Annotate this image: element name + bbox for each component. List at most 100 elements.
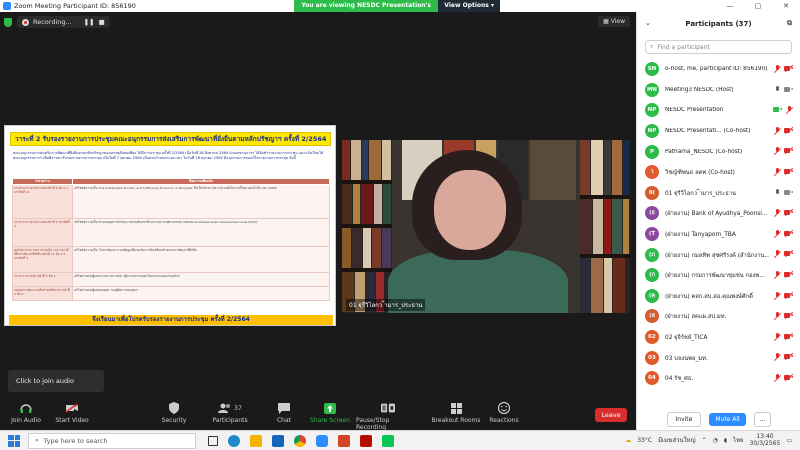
- acrobat-icon[interactable]: [360, 434, 372, 447]
- window-controls: — ▢ ✕: [716, 0, 800, 12]
- language-indicator[interactable]: ไทย: [733, 435, 744, 445]
- weather-icon[interactable]: ☁: [625, 437, 631, 444]
- participant-row[interactable]: (ภ (ฝ่ายงาน) กมลทิพ สุชศรีรงค์ (สำนักงาน.…: [637, 244, 800, 265]
- mic-muted-icon[interactable]: [773, 353, 781, 361]
- participant-row[interactable]: (T (ฝ่ายงาน) Tanyaporn_TBA: [637, 224, 800, 245]
- close-icon[interactable]: ✕: [772, 0, 800, 12]
- speaker-video[interactable]: 01 ฐุรีวิไลกว ๊ามาร_ประธาน: [342, 140, 630, 313]
- participant-row[interactable]: 02 02 ฐุจิร์ชย์_TICA: [637, 327, 800, 348]
- meeting-toolbar: Join Audio Start Video Security 37 Parti…: [0, 399, 636, 431]
- participant-row[interactable]: P Pathama_NESDC (Co-host): [637, 141, 800, 162]
- participant-search-input[interactable]: ⌕ Find a participant: [645, 40, 792, 54]
- zoom-app-icon[interactable]: [316, 434, 328, 447]
- line-app-icon[interactable]: [382, 434, 394, 447]
- mic-icon[interactable]: [773, 188, 781, 197]
- participant-row[interactable]: (ส (ฝ่ายงาน) สคแผ.สป.มท.: [637, 306, 800, 327]
- participant-row[interactable]: 04 04 รัช_ศธ.: [637, 368, 800, 389]
- collapse-chevron-icon[interactable]: ⌄: [645, 19, 651, 27]
- video-off-icon[interactable]: [784, 312, 793, 319]
- video-off-icon[interactable]: [784, 374, 793, 381]
- video-off-icon[interactable]: [784, 127, 793, 134]
- mic-muted-icon[interactable]: [773, 147, 781, 155]
- view-options-button[interactable]: View Options ▾: [438, 0, 500, 12]
- tray-chevron-icon[interactable]: ⌃: [702, 437, 707, 444]
- video-off-icon[interactable]: [784, 292, 793, 299]
- taskbar-search-input[interactable]: ⌕ Type here to search: [28, 432, 196, 449]
- invite-button[interactable]: Invite: [666, 411, 702, 427]
- participant-row[interactable]: MN Meeting3 NESDC (Host): [637, 80, 800, 101]
- start-video-button[interactable]: Start Video: [46, 402, 98, 424]
- powerpoint-icon[interactable]: [338, 434, 350, 447]
- edge-browser-icon[interactable]: [228, 434, 240, 447]
- mic-muted-icon[interactable]: [773, 312, 781, 320]
- mic-muted-icon[interactable]: [773, 250, 781, 258]
- participant-row[interactable]: 03 03 บจงนพล_มท.: [637, 347, 800, 368]
- notifications-icon[interactable]: ▭: [786, 437, 792, 444]
- windows-start-icon[interactable]: [8, 434, 20, 447]
- mic-muted-icon[interactable]: [773, 291, 781, 300]
- mic-muted-icon[interactable]: [773, 126, 781, 135]
- volume-icon[interactable]: ◖: [724, 437, 727, 444]
- reactions-button[interactable]: Reactions: [478, 402, 530, 424]
- video-off-icon[interactable]: [784, 168, 793, 175]
- more-button[interactable]: ...: [753, 411, 772, 427]
- participants-button[interactable]: 37 Participants: [204, 402, 256, 424]
- breakout-rooms-button[interactable]: Breakout Rooms: [428, 402, 484, 424]
- video-icon[interactable]: [784, 189, 793, 196]
- slide-title: วาระที่ 2 รับรองรายงานการประชุมคณะอนุกรร…: [10, 132, 331, 146]
- chat-label: Chat: [276, 417, 292, 424]
- security-button[interactable]: Security: [148, 402, 200, 424]
- minimize-icon[interactable]: —: [716, 0, 744, 12]
- task-view-icon[interactable]: [208, 435, 218, 446]
- participant-row[interactable]: (ค (ฝ่ายงาน) คสก.สบ.สอ.คุณพงษ์ศักดิ์: [637, 286, 800, 307]
- stop-recording-icon[interactable]: ■: [99, 18, 105, 26]
- participant-name: Meeting3 NESDC (Host): [665, 86, 734, 93]
- participant-row[interactable]: 0(01 ฐุรีวิไลกว ๊ามาร_ประธาน: [637, 183, 800, 204]
- video-off-icon[interactable]: [784, 65, 793, 72]
- clock-date: 30/3/2565: [749, 440, 781, 447]
- participant-row[interactable]: ว วิชญ์ฑิพนธ ลดพ (Co-host): [637, 162, 800, 183]
- join-audio-button[interactable]: Join Audio: [0, 402, 52, 424]
- mic-muted-icon[interactable]: [773, 270, 781, 279]
- mic-muted-icon[interactable]: [773, 229, 781, 238]
- share-screen-button[interactable]: Share Screen: [304, 402, 356, 424]
- clock[interactable]: 13:40 30/3/2565: [750, 433, 781, 447]
- mic-muted-icon[interactable]: [773, 373, 781, 382]
- wifi-icon[interactable]: ◔: [713, 437, 718, 444]
- mic-muted-icon[interactable]: [773, 332, 781, 341]
- participant-row[interactable]: (ธ (ฝ่ายงาน) Bank of Ayudhya_Poonsi...: [637, 203, 800, 224]
- pause-recording-label: Pause/Stop Recording: [356, 417, 390, 431]
- chrome-icon[interactable]: [294, 434, 306, 447]
- chat-button[interactable]: Chat: [258, 402, 310, 424]
- video-off-icon[interactable]: [784, 250, 793, 257]
- video-icon[interactable]: [773, 106, 782, 113]
- video-off-icon[interactable]: [784, 209, 793, 216]
- video-off-icon[interactable]: [784, 353, 793, 360]
- mic-muted-icon[interactable]: [773, 209, 781, 217]
- video-off-icon[interactable]: [784, 147, 793, 154]
- pause-stop-recording-button[interactable]: Pause/Stop Recording: [356, 402, 420, 431]
- video-off-icon[interactable]: [784, 271, 793, 278]
- popout-icon[interactable]: ⧉: [787, 19, 792, 28]
- mail-icon[interactable]: [272, 434, 284, 447]
- participant-row[interactable]: SN o-host, me, participant ID: 856190): [637, 59, 800, 80]
- table-cell-label: กองทุนการพัฒนาเครือข่ายทรัพยากร หน้าที่ …: [12, 286, 73, 301]
- participant-row[interactable]: NP NESDC Presentati... (Co-host): [637, 121, 800, 142]
- pause-recording-icon[interactable]: ❚❚: [84, 18, 95, 26]
- participant-list: SN o-host, me, participant ID: 856190) MN M…: [637, 59, 800, 389]
- leave-button[interactable]: Leave: [595, 408, 627, 422]
- mic-muted-icon[interactable]: [773, 167, 781, 176]
- video-off-icon[interactable]: [784, 230, 793, 237]
- view-button[interactable]: ▦ View: [598, 16, 630, 27]
- mic-muted-icon[interactable]: [773, 65, 781, 73]
- video-icon[interactable]: [784, 86, 793, 93]
- video-off-icon[interactable]: [784, 333, 793, 340]
- file-explorer-icon[interactable]: [250, 434, 262, 447]
- mic-icon[interactable]: [773, 85, 781, 94]
- maximize-icon[interactable]: ▢: [744, 0, 772, 12]
- participant-row[interactable]: (ก (ฝ่ายงาน) กรมการพัฒนาชุมชน กองพ...: [637, 265, 800, 286]
- participant-row[interactable]: NP NESDC Presentation: [637, 100, 800, 121]
- mute-all-button[interactable]: Mute All: [709, 412, 746, 426]
- mic-muted-icon[interactable]: [785, 106, 793, 114]
- shield-icon[interactable]: [4, 17, 12, 27]
